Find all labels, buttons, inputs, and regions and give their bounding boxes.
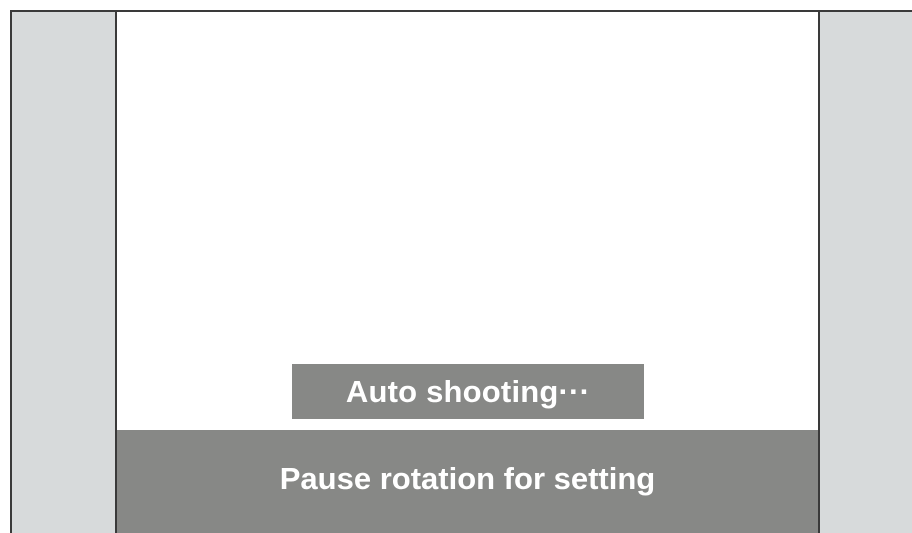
camera-screen: Auto shooting··· Pause rotation for sett… (10, 10, 912, 533)
right-side-panel (818, 12, 912, 533)
pause-rotation-button[interactable]: Pause rotation for setting (117, 430, 818, 533)
auto-shooting-status: Auto shooting··· (292, 364, 644, 419)
viewfinder-area: Auto shooting··· Pause rotation for sett… (117, 12, 818, 533)
left-side-panel (12, 12, 117, 533)
